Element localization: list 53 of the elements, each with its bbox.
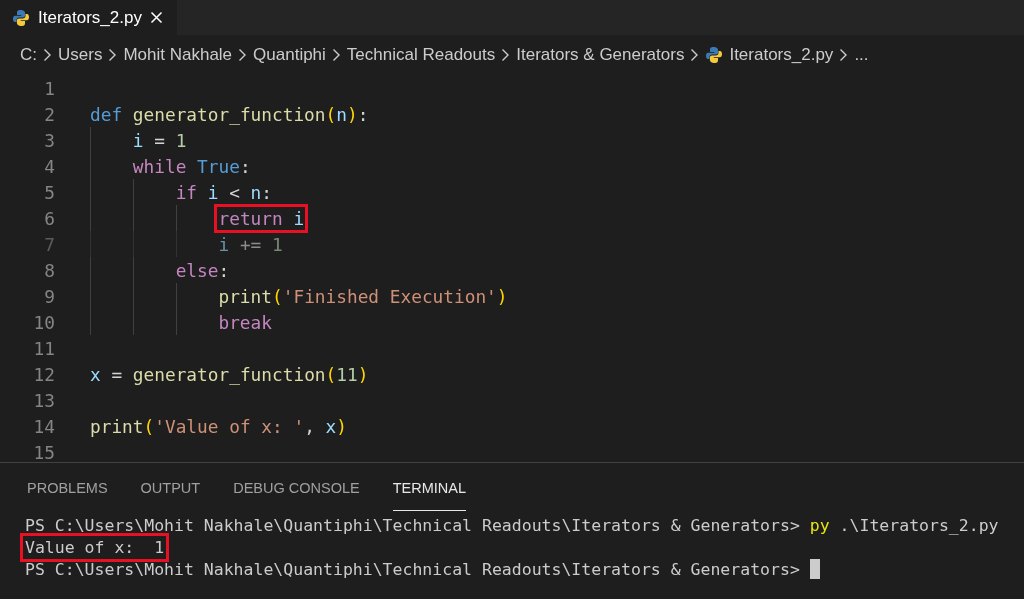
breadcrumb-item[interactable]: Technical Readouts (346, 45, 496, 65)
code-line: i = 1 (90, 127, 187, 153)
breadcrumb-item[interactable]: Mohit Nakhale (123, 45, 233, 65)
line-number: 15 (32, 441, 55, 462)
line-number: 11 (32, 337, 55, 359)
close-icon[interactable] (149, 11, 163, 24)
code-line: print('Finished Execution') (90, 283, 508, 309)
chevron-right-icon (839, 48, 849, 62)
code-line: break (90, 309, 272, 335)
panel-tab[interactable]: TERMINAL (392, 463, 467, 511)
line-number: 7 (43, 233, 55, 255)
terminal-text: PS C:\Users\Mohit Nakhale\Quantiphi\Technical Readouts\Iterators & Generators> (25, 515, 800, 535)
line-number: 12 (32, 363, 55, 385)
editor-tab[interactable]: Iterators_2.py (0, 0, 177, 35)
terminal-text: Value of x: 1 (25, 537, 165, 557)
panel-tab[interactable]: DEBUG CONSOLE (233, 463, 360, 511)
panel-tab[interactable]: OUTPUT (140, 463, 201, 511)
code-line: else: (90, 257, 230, 283)
breadcrumb-item[interactable]: Users (58, 45, 103, 65)
python-icon (12, 8, 30, 27)
line-number: 3 (43, 129, 55, 151)
chevron-right-icon (238, 48, 248, 62)
line-number: 9 (43, 285, 55, 307)
chevron-right-icon (108, 48, 118, 62)
panel-tab[interactable]: PROBLEMS (27, 463, 108, 511)
code-line: while True: (90, 153, 251, 179)
line-number: 2 (43, 103, 55, 125)
chevron-right-icon (331, 48, 341, 62)
terminal-text: py (808, 515, 830, 535)
code-line: def generator_function(n): (90, 102, 369, 127)
breadcrumb-item[interactable]: Iterators_2.py (729, 45, 834, 65)
breadcrumb-item[interactable]: ... (854, 45, 869, 65)
python-icon (705, 46, 724, 64)
code-line: i += 1 (90, 231, 283, 257)
line-number: 14 (32, 415, 55, 437)
chevron-right-icon (43, 48, 52, 62)
line-number: 1 (43, 77, 55, 99)
chevron-right-icon (690, 48, 700, 62)
terminal-text: PS C:\Users\Mohit Nakhale\Quantiphi\Technical Readouts\Iterators & Generators> (25, 559, 800, 579)
breadcrumb-item[interactable]: Quantiphi (253, 45, 326, 65)
code-line: print('Value of x: ', x) (90, 414, 347, 439)
line-number: 13 (32, 389, 55, 411)
code-line: x = generator_function(11) (90, 362, 369, 387)
code-line: if i < n: (90, 179, 273, 205)
breadcrumb-item[interactable]: C: (20, 45, 37, 65)
line-number: 5 (43, 181, 55, 203)
terminal-text: .\Iterators_2.py (838, 515, 999, 535)
line-number: 4 (43, 155, 55, 177)
line-number: 6 (43, 207, 55, 229)
line-number: 8 (43, 259, 55, 281)
breadcrumb-item[interactable]: Iterators & Generators (516, 45, 685, 65)
chevron-right-icon (501, 48, 511, 62)
line-number: 10 (32, 311, 55, 333)
